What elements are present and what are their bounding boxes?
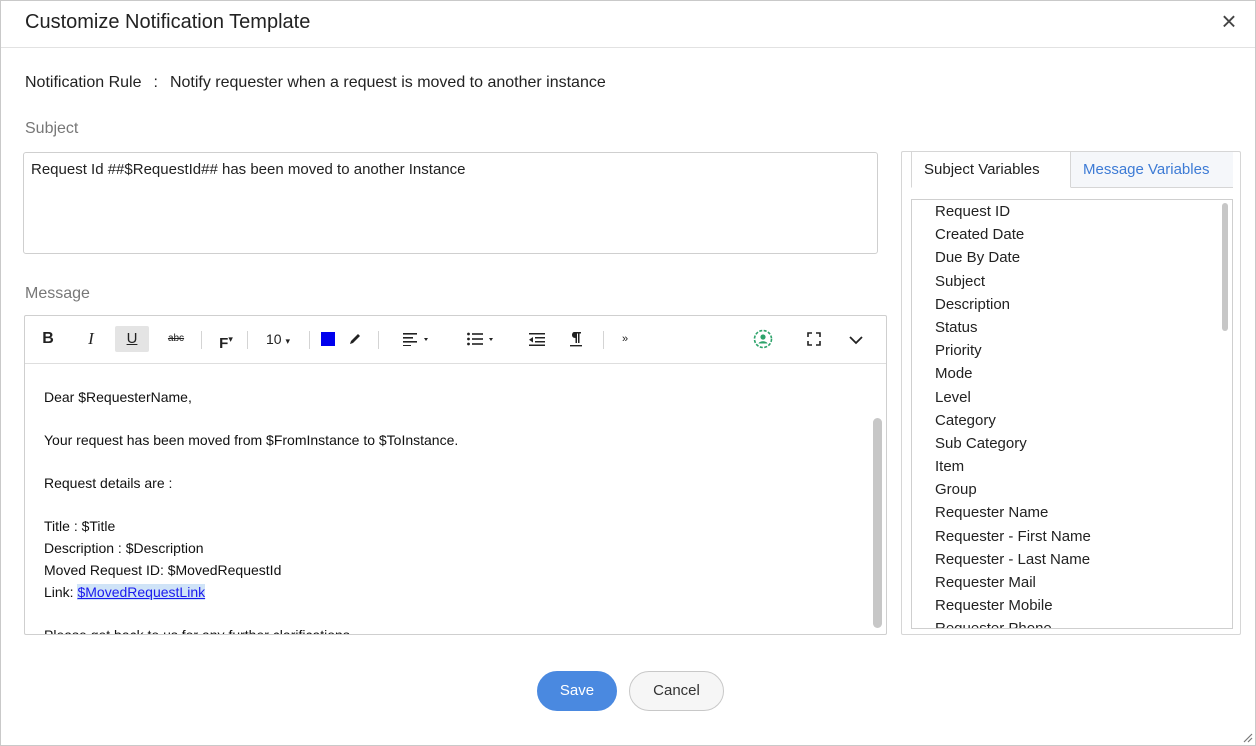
details-line: Request details are :	[44, 475, 173, 491]
list-item[interactable]: Priority	[912, 339, 1232, 362]
list-item[interactable]: Description	[912, 293, 1232, 316]
list-item[interactable]: Request ID	[912, 200, 1232, 223]
list-item[interactable]: Requester Mail	[912, 571, 1232, 594]
save-button[interactable]: Save	[537, 671, 617, 711]
fullscreen-icon[interactable]	[807, 326, 827, 352]
list-icon[interactable]	[467, 326, 503, 352]
message-editor: B I U abc F▾ 10 ▾ » Dear $RequesterName,…	[24, 315, 887, 635]
toolbar-divider	[378, 331, 379, 349]
outdent-icon[interactable]	[529, 326, 551, 352]
font-size-select[interactable]: 10 ▾	[258, 326, 298, 352]
tab-subject-variables[interactable]: Subject Variables	[911, 152, 1071, 188]
list-item[interactable]: Category	[912, 409, 1232, 432]
font-family-icon[interactable]: F▾	[215, 326, 237, 352]
bold-icon[interactable]: B	[37, 326, 59, 352]
rule-separator: :	[153, 74, 158, 91]
greeting-line: Dear $RequesterName,	[44, 389, 192, 405]
more-icon[interactable]: »	[617, 326, 633, 352]
list-item[interactable]: Due By Date	[912, 246, 1232, 269]
list-item[interactable]: Requester - First Name	[912, 525, 1232, 548]
toolbar-divider	[309, 331, 310, 349]
editor-scrollbar[interactable]	[873, 418, 882, 628]
align-icon[interactable]	[403, 326, 439, 352]
list-item[interactable]: Requester - Last Name	[912, 548, 1232, 571]
subject-input[interactable]: Request Id ##$RequestId## has been moved…	[23, 152, 878, 254]
collapse-icon[interactable]	[849, 326, 871, 352]
toolbar-divider	[247, 331, 248, 349]
rule-label: Notification Rule	[25, 74, 142, 91]
dialog-title: Customize Notification Template	[25, 11, 311, 33]
paragraph-icon[interactable]	[569, 326, 589, 352]
italic-icon[interactable]: I	[80, 326, 102, 352]
toolbar-divider	[603, 331, 604, 349]
strikethrough-icon[interactable]: abc	[165, 326, 187, 352]
list-item[interactable]: Sub Category	[912, 432, 1232, 455]
cancel-button[interactable]: Cancel	[629, 671, 724, 711]
notification-rule: Notification Rule: Notify requester when …	[25, 74, 606, 92]
list-item[interactable]: Group	[912, 478, 1232, 501]
list-item[interactable]: Level	[912, 386, 1232, 409]
list-item[interactable]: Requester Phone	[912, 617, 1232, 628]
close-icon[interactable]: ×	[1217, 8, 1241, 34]
list-item[interactable]: Mode	[912, 362, 1232, 385]
list-item[interactable]: Requester Mobile	[912, 594, 1232, 617]
closing-line: Please get back to us for any further cl…	[44, 624, 886, 634]
list-item[interactable]: Requester Name	[912, 501, 1232, 524]
text-color-icon[interactable]	[321, 326, 337, 352]
link-label: Link:	[44, 584, 78, 600]
link-line: Link: $MovedRequestLink	[44, 581, 886, 603]
list-item[interactable]: Item	[912, 455, 1232, 478]
resize-handle-icon[interactable]	[1241, 731, 1253, 743]
subject-label: Subject	[25, 120, 79, 137]
toolbar-divider	[201, 331, 202, 349]
moved-request-link[interactable]: $MovedRequestLink	[77, 584, 206, 600]
list-item[interactable]: Subject	[912, 270, 1232, 293]
variables-panel: Subject Variables Message Variables Requ…	[901, 151, 1241, 635]
message-body[interactable]: Dear $RequesterName, Your request has be…	[25, 364, 886, 634]
list-item[interactable]: Status	[912, 316, 1232, 339]
description-line: Description : $Description	[44, 540, 204, 556]
dialog-header: Customize Notification Template ×	[1, 1, 1255, 48]
tab-message-variables[interactable]: Message Variables	[1071, 152, 1233, 188]
insert-user-icon[interactable]	[753, 326, 777, 352]
body-line: Your request has been moved from $FromIn…	[44, 432, 459, 448]
rule-value: Notify requester when a request is moved…	[169, 74, 606, 91]
moved-id-line: Moved Request ID: $MovedRequestId	[44, 562, 282, 578]
variables-list: Request ID Created Date Due By Date Subj…	[911, 199, 1233, 629]
variables-scrollbar[interactable]	[1222, 203, 1228, 331]
editor-toolbar: B I U abc F▾ 10 ▾ »	[25, 316, 886, 364]
title-line: Title : $Title	[44, 518, 116, 534]
highlight-icon[interactable]	[348, 326, 366, 352]
message-label: Message	[25, 285, 90, 302]
list-item[interactable]: Created Date	[912, 223, 1232, 246]
underline-icon[interactable]: U	[115, 326, 149, 352]
notification-template-dialog: Customize Notification Template × Notifi…	[0, 0, 1256, 746]
